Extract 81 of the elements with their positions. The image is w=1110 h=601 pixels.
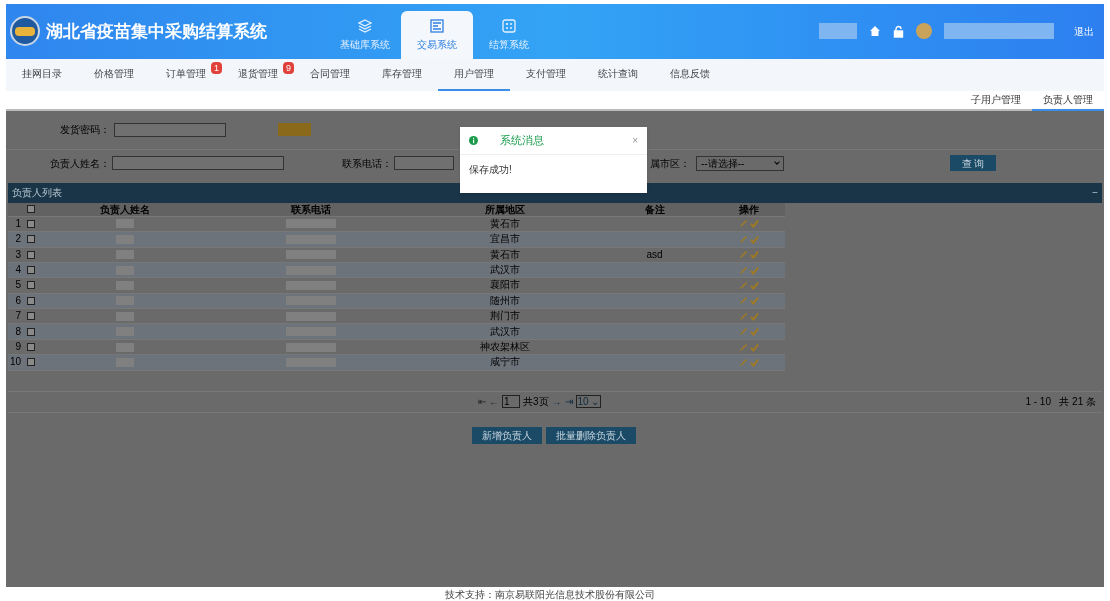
- input-field[interactable]: [394, 156, 454, 171]
- nav-tab[interactable]: 库存管理: [366, 58, 438, 91]
- dialog-title: 系统消息: [500, 133, 544, 149]
- input-field[interactable]: [112, 156, 284, 171]
- app-title: 湖北省疫苗集中采购结算系统: [46, 20, 267, 43]
- column-header: 备注: [643, 202, 666, 217]
- table-cell-text: asd: [645, 248, 664, 261]
- logo-icon: [10, 16, 40, 47]
- row-number: 3: [14, 249, 22, 260]
- checkbox[interactable]: [27, 250, 35, 259]
- row-number: 4: [14, 265, 22, 276]
- row-number: 6: [14, 295, 22, 306]
- nav-tab[interactable]: 用户管理: [438, 58, 510, 91]
- row-number: 8: [14, 326, 22, 337]
- nav-tab[interactable]: 合同管理: [294, 58, 366, 91]
- home-icon[interactable]: [869, 25, 881, 38]
- row-number: 2: [14, 234, 22, 245]
- checkbox[interactable]: [27, 266, 35, 275]
- action-button[interactable]: 新增负责人: [472, 426, 542, 444]
- page-count: 共3页: [523, 395, 549, 410]
- dialog-message: 保存成功!: [468, 163, 513, 177]
- table-cell-text: 武汉市: [488, 264, 521, 277]
- panel-icon: [429, 17, 445, 34]
- column-header: 所属地区: [483, 202, 526, 217]
- action-button[interactable]: 批量删除负责人: [546, 426, 636, 444]
- count-badge: 1: [211, 61, 222, 74]
- calculator-icon: [501, 17, 517, 34]
- checkbox[interactable]: [27, 235, 35, 244]
- table-cell-text: 随州市: [488, 294, 521, 307]
- checkbox[interactable]: [27, 219, 35, 228]
- checkbox[interactable]: [27, 343, 35, 352]
- system-tab[interactable]: 交易系统: [401, 10, 473, 59]
- avatar-icon[interactable]: [916, 23, 932, 40]
- table-cell-text: 咸宁市: [488, 356, 521, 369]
- nav-tab[interactable]: 统计查询: [582, 58, 654, 91]
- table-cell-text: 宜昌市: [488, 233, 521, 246]
- table-cell-text: 黄石市: [488, 248, 521, 261]
- nav-tab[interactable]: 价格管理: [78, 58, 150, 91]
- record-summary: 1 - 10 共 21 条: [1025, 395, 1096, 410]
- checkbox[interactable]: [27, 358, 35, 367]
- region-select[interactable]: --请选择--: [696, 155, 784, 171]
- field-label: 联系电话：: [342, 156, 392, 171]
- nav-tab[interactable]: 退货管理 9: [222, 58, 294, 91]
- column-header: 联系电话: [290, 202, 332, 217]
- field-label: 属市区：: [650, 156, 690, 171]
- checkbox[interactable]: [27, 281, 35, 290]
- checkbox[interactable]: [27, 312, 35, 321]
- field-label: 负责人姓名：: [50, 156, 110, 171]
- table-cell-text: 武汉市: [488, 325, 521, 338]
- sub-tab[interactable]: 子用户管理: [960, 90, 1032, 111]
- table-cell-text: 荆门市: [488, 310, 521, 323]
- page-input[interactable]: 1: [502, 395, 520, 409]
- field-label: 发货密码：: [60, 123, 110, 138]
- logout-link[interactable]: 退出: [1074, 23, 1094, 39]
- row-number: 9: [14, 342, 22, 353]
- row-number: 5: [14, 280, 22, 291]
- count-badge: 9: [283, 61, 294, 74]
- checkbox[interactable]: [27, 296, 35, 305]
- column-header: 负责人姓名: [99, 202, 151, 217]
- table-cell-text: 黄石市: [488, 217, 521, 230]
- lock-icon[interactable]: [893, 24, 904, 38]
- checkbox[interactable]: [27, 205, 35, 214]
- row-number: 1: [14, 218, 22, 229]
- query-button[interactable]: 查 询: [950, 155, 996, 172]
- column-header: 操作: [737, 202, 760, 217]
- nav-tab[interactable]: 信息反馈: [654, 58, 726, 91]
- row-number: 7: [14, 311, 22, 322]
- layers-icon: [357, 17, 373, 34]
- nav-tab[interactable]: 挂网目录: [6, 58, 78, 91]
- nav-tab[interactable]: 支付管理: [510, 58, 582, 91]
- nav-tab[interactable]: 订单管理 1: [150, 58, 222, 91]
- footer-text: 技术支持：南京易联阳光信息技术股份有限公司: [445, 588, 655, 601]
- panel-header: 负责人列表 −: [8, 182, 1102, 203]
- row-number: 10: [8, 357, 22, 368]
- input-field[interactable]: [114, 122, 226, 137]
- table-cell-text: 襄阳市: [488, 279, 521, 292]
- info-icon: [469, 136, 478, 145]
- redacted-button[interactable]: [278, 123, 311, 137]
- checkbox[interactable]: [27, 327, 35, 336]
- table-cell-text: 神农架林区: [478, 341, 531, 354]
- redacted-block: [819, 23, 857, 40]
